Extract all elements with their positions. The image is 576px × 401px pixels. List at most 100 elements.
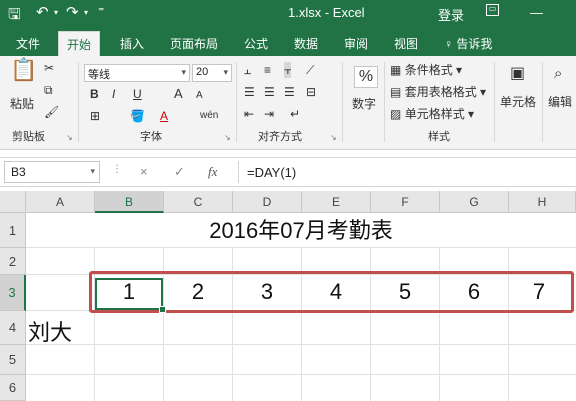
column-header-a[interactable]: A [26,191,95,213]
align-top-icon[interactable]: ⫠ [244,62,251,78]
align-center-icon[interactable]: ☰ [264,84,275,100]
redo-icon[interactable]: ↷ [66,3,79,21]
divider [78,62,79,142]
formula-input[interactable]: =DAY(1) [238,161,572,183]
select-all-button[interactable] [0,191,26,213]
column-header-d[interactable]: D [233,191,302,213]
row-header-5[interactable]: 5 [0,345,26,375]
column-header-h[interactable]: H [509,191,576,213]
styles-group-label: 样式 [428,131,450,143]
tab-home[interactable]: 开始 [58,31,101,56]
tell-me-search[interactable]: ♀ 告诉我 [444,35,492,52]
font-launcher-icon[interactable]: ↘ [224,130,231,146]
row-header-6[interactable]: 6 [0,375,26,401]
shrink-font-button[interactable]: A [196,88,203,104]
lightbulb-icon: ♀ [444,37,453,51]
undo-icon[interactable]: ↶ [36,3,49,21]
copy-icon[interactable]: ⧉ [44,82,53,98]
title-bar: 🖫 ↶ ▾ ↷ ▾ ⁼ 1.xlsx - Excel 登录 ▭ — [0,0,576,28]
row-header-4[interactable]: 4 [0,311,26,345]
enter-icon[interactable]: ✓ [174,164,185,180]
cells-button[interactable]: 单元格 [500,94,536,110]
format-as-table-button[interactable]: ▤ 套用表格格式 ▾ [390,84,486,100]
divider [542,62,543,142]
align-bottom-icon[interactable]: ⫟ [284,62,292,78]
orientation-icon[interactable]: ⟋ [306,62,314,78]
column-header-b[interactable]: B [95,191,164,213]
cut-icon[interactable]: ✂ [44,60,54,76]
tab-formulas[interactable]: 公式 [244,35,268,52]
formula-bar: B3 ▾ ⋮ × ✓ fx =DAY(1) [0,157,576,187]
tab-page-layout[interactable]: 页面布局 [170,35,218,52]
paste-icon[interactable]: 📋 [10,59,37,81]
cell-a1-merged-title[interactable]: 2016年07月考勤表 [26,213,576,248]
tab-insert[interactable]: 插入 [120,35,144,52]
grow-font-button[interactable]: A [174,86,183,102]
login-link[interactable]: 登录 [438,5,464,24]
font-name-select[interactable]: 等线 ▾ [84,64,190,82]
format-painter-icon[interactable]: 🖌 [44,104,59,120]
underline-button[interactable]: U [133,86,142,102]
cell-styles-icon: ▨ [390,107,402,121]
row-header-1[interactable]: 1 [0,213,26,248]
italic-button[interactable]: I [112,86,115,102]
divider [494,62,495,142]
decrease-indent-icon[interactable]: ⇤ [244,106,254,122]
column-header-g[interactable]: G [440,191,509,213]
borders-icon[interactable]: ⊞ [90,108,100,124]
ribbon-home: 📋 粘贴 ✂ ⧉ 🖌 剪贴板 ↘ 等线 ▾ 20 ▾ B I U A A ⊞ 🪣 A… [0,56,576,150]
number-format-button[interactable]: % [354,66,378,88]
conditional-formatting-button[interactable]: ▦ 条件格式 ▾ [390,62,462,78]
name-box[interactable]: B3 ▾ [4,161,100,183]
increase-indent-icon[interactable]: ⇥ [264,106,274,122]
ribbon-display-icon[interactable]: ▭ [486,4,499,16]
number-group-label[interactable]: 数字 [352,96,376,112]
column-header-c[interactable]: C [164,191,233,213]
clipboard-group-label: 剪贴板 [12,131,45,143]
tab-review[interactable]: 审阅 [344,35,368,52]
ribbon-tabs: 文件 开始 插入 页面布局 公式 数据 审阅 视图 ♀ 告诉我 [0,28,576,56]
table-icon: ▤ [390,85,402,99]
alignment-launcher-icon[interactable]: ↘ [330,130,337,146]
fill-handle[interactable] [159,306,166,313]
paste-button[interactable]: 粘贴 [10,96,34,112]
clipboard-launcher-icon[interactable]: ↘ [66,130,73,146]
column-header-e[interactable]: E [302,191,371,213]
cells-icon[interactable]: ▣ [510,66,525,82]
chevron-down-icon: ▾ [90,166,95,176]
worksheet-grid: A B C D E F G H 1 2 3 4 5 6 2016年07月考勤表 … [0,191,576,401]
column-header-f[interactable]: F [371,191,440,213]
font-size-select[interactable]: 20 ▾ [192,64,232,82]
align-middle-icon[interactable]: ≡ [264,62,271,78]
redo-dropdown-icon[interactable]: ▾ [84,8,88,17]
tab-view[interactable]: 视图 [394,35,418,52]
align-left-icon[interactable]: ☰ [244,84,255,100]
cancel-icon[interactable]: × [140,164,148,179]
row-header-2[interactable]: 2 [0,248,26,275]
wrap-text-icon[interactable]: ↵ [290,106,300,122]
alignment-group-label: 对齐方式 [258,131,302,143]
cell-a4[interactable]: 刘大 [28,315,88,347]
conditional-formatting-icon: ▦ [390,63,402,77]
drag-handle-icon[interactable]: ⋮ [112,164,122,175]
active-cell-selection[interactable] [95,278,163,310]
font-color-button[interactable]: A [160,108,168,124]
find-icon[interactable]: ⌕ [554,66,562,82]
bold-button[interactable]: B [90,86,99,102]
phonetic-guide-button[interactable]: wén [200,108,218,124]
row-header-3[interactable]: 3 [0,275,26,311]
qat-customize-icon[interactable]: ⁼ [98,4,104,18]
minimize-button[interactable]: — [530,5,543,20]
save-icon[interactable]: 🖫 [8,4,21,29]
chevron-down-icon: ▾ [181,67,186,77]
cell-styles-button[interactable]: ▨ 单元格样式 ▾ [390,106,474,122]
tab-data[interactable]: 数据 [294,35,318,52]
divider [384,62,385,142]
fill-color-icon[interactable]: 🪣 [130,108,145,124]
editing-button[interactable]: 编辑 [548,94,572,110]
tab-file[interactable]: 文件 [16,35,40,52]
align-right-icon[interactable]: ☰ [284,84,295,100]
insert-function-button[interactable]: fx [208,164,217,180]
merge-center-icon[interactable]: ⊟ [306,84,316,100]
undo-dropdown-icon[interactable]: ▾ [54,8,58,17]
